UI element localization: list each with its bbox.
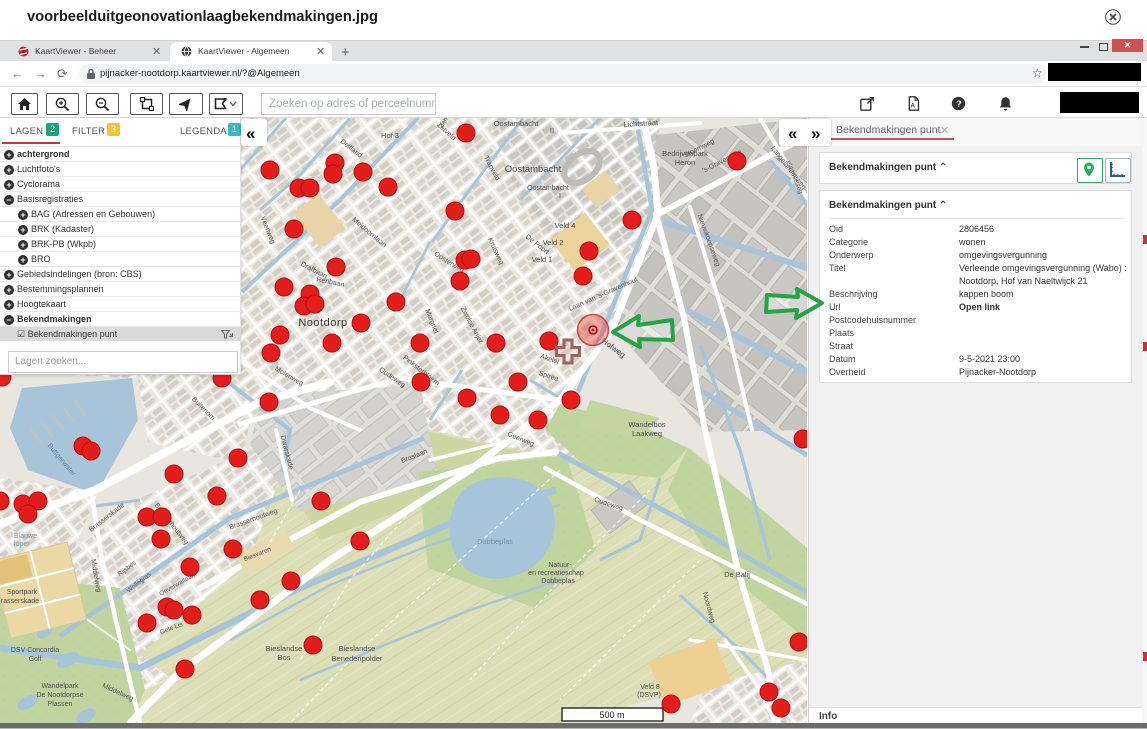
- svg-text:Veld 1: Veld 1: [532, 255, 553, 264]
- svg-text:Nootdorp: Nootdorp: [298, 317, 347, 329]
- svg-text:rasserskade: rasserskade: [1, 598, 39, 605]
- svg-text:loper: loper: [14, 541, 30, 548]
- svg-text:Hof 3: Hof 3: [381, 131, 399, 140]
- svg-text:Bieslandse: Bieslandse: [339, 644, 376, 653]
- svg-text:Heron: Heron: [675, 158, 695, 167]
- svg-text:Wandelbos: Wandelbos: [628, 420, 665, 429]
- svg-text:De Nootdorpse: De Nootdorpse: [36, 692, 83, 699]
- svg-text:Bieslandse: Bieslandse: [266, 644, 303, 653]
- svg-text:Veld 4: Veld 4: [555, 221, 576, 230]
- svg-text:Oostambacht: Oostambacht: [505, 164, 562, 175]
- svg-text:A: A: [910, 102, 915, 109]
- svg-text:Oostambacht: Oostambacht: [494, 119, 540, 128]
- svg-text:I: I: [559, 193, 561, 200]
- svg-text:Blauwe: Blauwe: [14, 533, 37, 540]
- svg-text:Benedenpolder: Benedenpolder: [332, 654, 383, 663]
- svg-text:De Balij: De Balij: [724, 570, 750, 579]
- svg-text:Laakweg: Laakweg: [632, 429, 662, 438]
- svg-text:II: II: [550, 126, 554, 135]
- svg-text:Wandelpark: Wandelpark: [41, 683, 79, 690]
- svg-text:Bos: Bos: [278, 653, 291, 662]
- svg-text:?: ?: [956, 99, 962, 109]
- svg-text:Oostambacht: Oostambacht: [527, 185, 569, 192]
- svg-text:(DSVP): (DSVP): [637, 692, 661, 699]
- svg-text:Plassen: Plassen: [48, 701, 73, 708]
- svg-text:Natuur-: Natuur-: [548, 562, 572, 569]
- svg-text:en recreatieschap: en recreatieschap: [528, 570, 584, 577]
- svg-text:Golf: Golf: [29, 656, 42, 663]
- svg-text:Veld 8: Veld 8: [640, 684, 660, 691]
- svg-text:Dobbeplas: Dobbeplas: [541, 578, 575, 585]
- svg-text:Dobbeplas: Dobbeplas: [477, 537, 513, 546]
- svg-text:Sportpark: Sportpark: [7, 589, 38, 596]
- svg-text:Veld 2: Veld 2: [543, 238, 564, 247]
- svg-text:500 m: 500 m: [599, 710, 624, 720]
- svg-text:DSV Concordia: DSV Concordia: [11, 647, 59, 654]
